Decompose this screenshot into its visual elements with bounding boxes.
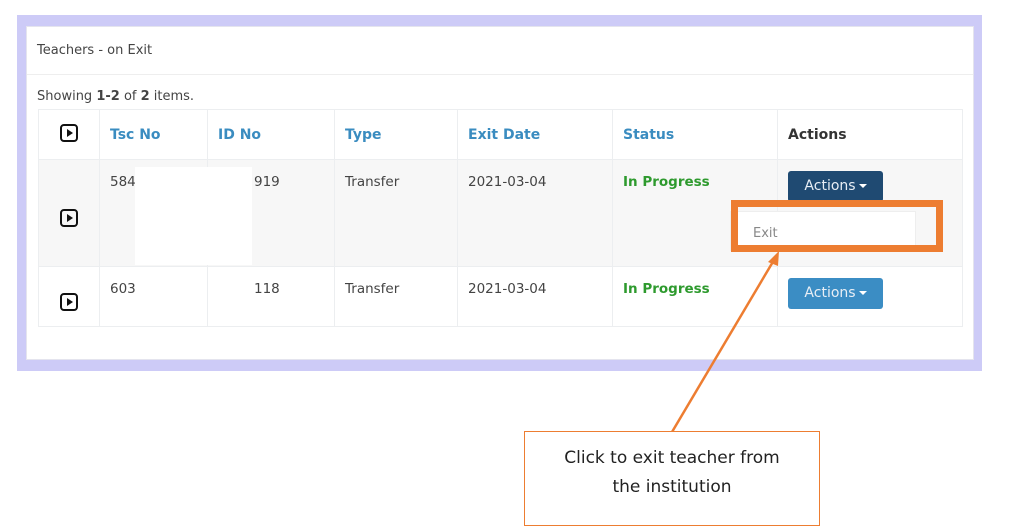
annotation-callout: Click to exit teacher from the instituti… bbox=[524, 431, 820, 526]
annotation-arrow bbox=[670, 251, 779, 433]
callout-line-2: the institution bbox=[612, 477, 732, 497]
callout-line-1: Click to exit teacher from bbox=[564, 448, 780, 468]
